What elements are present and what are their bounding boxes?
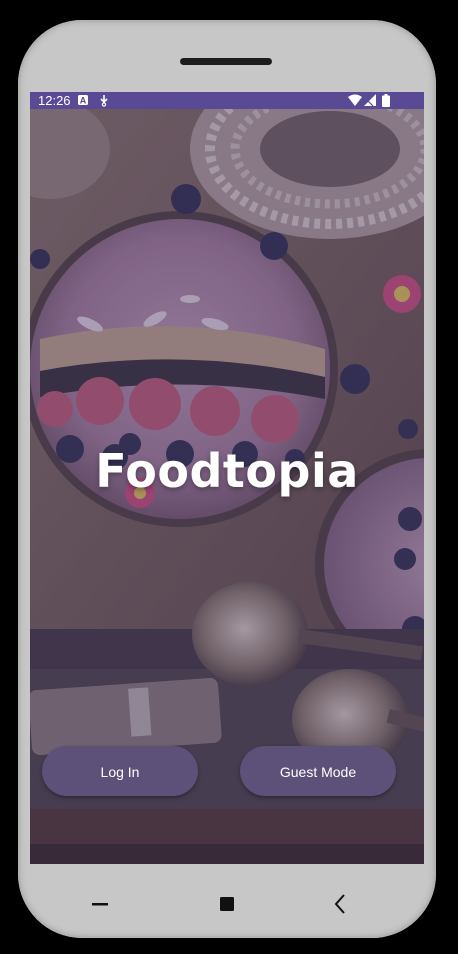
battery-icon bbox=[382, 94, 390, 110]
app-title: Foodtopia bbox=[95, 444, 359, 498]
phone-frame: 12:26 A Foodtopia Log In Guest Mode bbox=[18, 20, 436, 938]
home-icon[interactable] bbox=[215, 892, 239, 916]
notification-a-icon: A bbox=[77, 94, 89, 109]
system-nav-bar bbox=[18, 872, 436, 932]
earpiece-speaker bbox=[180, 58, 272, 65]
recents-icon[interactable] bbox=[88, 892, 112, 916]
svg-text:A: A bbox=[80, 96, 87, 106]
wifi-icon bbox=[348, 94, 362, 109]
back-icon[interactable] bbox=[329, 892, 353, 916]
status-bar: 12:26 A bbox=[30, 92, 424, 109]
download-icon bbox=[98, 94, 110, 110]
guest-mode-button[interactable]: Guest Mode bbox=[240, 746, 396, 796]
app-screen: 12:26 A Foodtopia Log In Guest Mode bbox=[30, 92, 424, 864]
signal-icon bbox=[364, 94, 376, 109]
login-button[interactable]: Log In bbox=[42, 746, 198, 796]
status-time: 12:26 bbox=[38, 93, 71, 108]
